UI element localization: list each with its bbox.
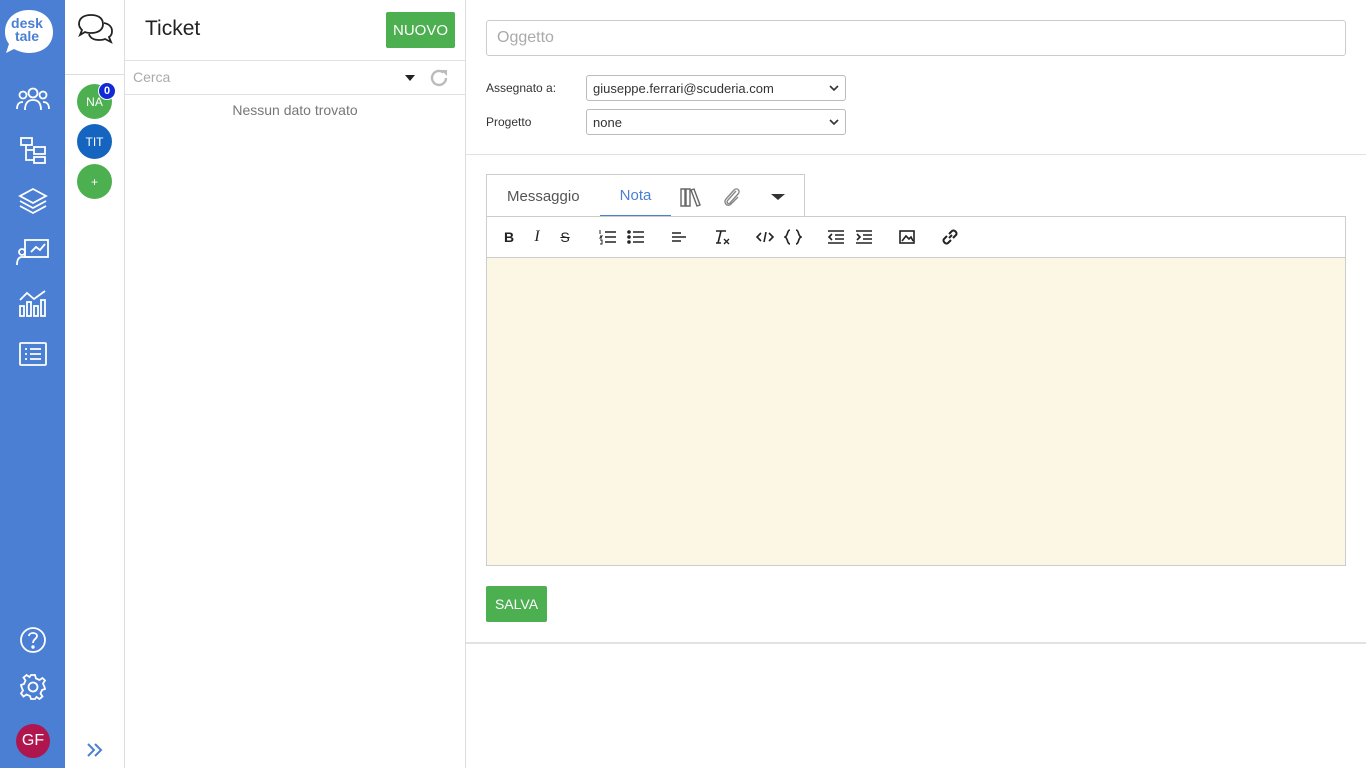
new-ticket-button[interactable]: NUOVO [386, 12, 455, 48]
divider [65, 74, 124, 75]
refresh-icon[interactable] [428, 67, 450, 89]
bullet-list-icon[interactable] [627, 228, 645, 246]
logo-text-line2: tale [14, 28, 40, 44]
channel-tit[interactable]: TIT [77, 124, 112, 159]
strikethrough-icon[interactable]: S [556, 228, 574, 246]
search-bar [125, 60, 465, 95]
divider [466, 154, 1366, 155]
desktale-logo[interactable]: desk tale [3, 8, 55, 56]
align-left-icon[interactable] [670, 228, 688, 246]
analytics-icon[interactable] [15, 287, 51, 319]
paperclip-icon[interactable] [720, 185, 744, 209]
gear-icon[interactable] [15, 671, 51, 703]
editor-toolbar: B I S [487, 217, 1345, 258]
tab-message[interactable]: Messaggio [507, 175, 580, 217]
add-channel-button[interactable]: + [77, 164, 112, 199]
empty-state-text: Nessun dato trovato [232, 102, 358, 118]
users-icon[interactable] [15, 83, 51, 115]
chat-bubbles-icon[interactable] [75, 12, 115, 48]
presentation-icon[interactable] [15, 236, 51, 268]
knowledge-base-icon[interactable] [679, 185, 703, 209]
rich-text-editor: B I S [486, 216, 1346, 566]
user-avatar[interactable]: GF [16, 724, 50, 758]
code-inline-icon[interactable] [756, 228, 774, 246]
ticket-form: Assegnato a: giuseppe.ferrari@scuderia.c… [466, 0, 1366, 768]
editor-content-area[interactable] [487, 258, 1345, 565]
assignee-select[interactable]: giuseppe.ferrari@scuderia.com [586, 75, 846, 101]
tab-note[interactable]: Nota [600, 175, 671, 217]
clear-format-icon[interactable] [713, 228, 731, 246]
editor-tabs: Messaggio Nota [486, 174, 805, 217]
more-dropdown-icon[interactable] [766, 185, 790, 209]
code-block-icon[interactable] [784, 228, 802, 246]
assignee-value: giuseppe.ferrari@scuderia.com [593, 80, 774, 96]
channels-column: NA 0 TIT + [65, 0, 125, 768]
chevron-down-icon [829, 119, 839, 126]
outdent-icon[interactable] [827, 228, 845, 246]
bold-icon[interactable]: B [500, 228, 518, 246]
filter-dropdown-icon[interactable] [405, 75, 415, 81]
save-button[interactable]: SALVA [486, 586, 547, 622]
italic-icon[interactable]: I [528, 228, 546, 246]
page-title: Ticket [145, 17, 201, 40]
chevron-down-icon [829, 85, 839, 92]
project-label: Progetto [486, 115, 532, 129]
project-value: none [593, 114, 622, 130]
hierarchy-icon[interactable] [15, 134, 51, 166]
search-input[interactable] [133, 69, 393, 85]
assigned-label: Assegnato a: [486, 81, 557, 95]
expand-chevrons-icon[interactable] [85, 738, 105, 762]
ordered-list-icon[interactable] [599, 228, 617, 246]
link-icon[interactable] [941, 228, 959, 246]
project-select[interactable]: none [586, 109, 846, 135]
divider [466, 642, 1366, 644]
help-icon[interactable] [15, 624, 51, 656]
image-icon[interactable] [898, 228, 916, 246]
main-sidebar: desk tale GF [0, 0, 65, 768]
list-icon[interactable] [15, 338, 51, 370]
indent-icon[interactable] [855, 228, 873, 246]
subject-input[interactable] [486, 20, 1346, 56]
layers-icon[interactable] [15, 185, 51, 217]
ticket-list-panel: Ticket NUOVO Nessun dato trovato [125, 0, 466, 768]
unread-badge: 0 [98, 82, 116, 100]
